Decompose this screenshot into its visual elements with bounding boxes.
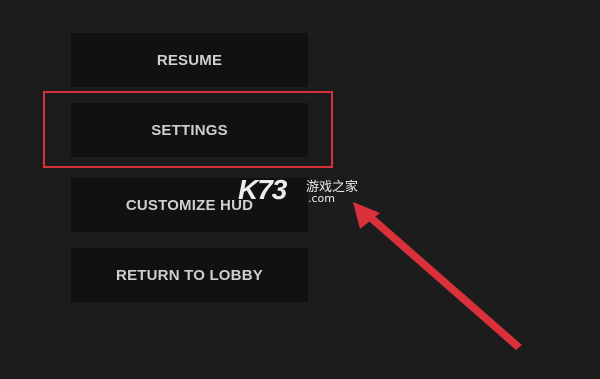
resume-button[interactable]: RESUME bbox=[71, 33, 308, 87]
settings-button[interactable]: SETTINGS bbox=[71, 103, 308, 157]
customize-hud-button[interactable]: CUSTOMIZE HUD bbox=[71, 178, 308, 232]
watermark-domain: .com bbox=[308, 192, 335, 205]
watermark-site-name: 游戏之家 bbox=[306, 180, 359, 195]
return-to-lobby-button[interactable]: RETURN TO LOBBY bbox=[71, 248, 308, 302]
